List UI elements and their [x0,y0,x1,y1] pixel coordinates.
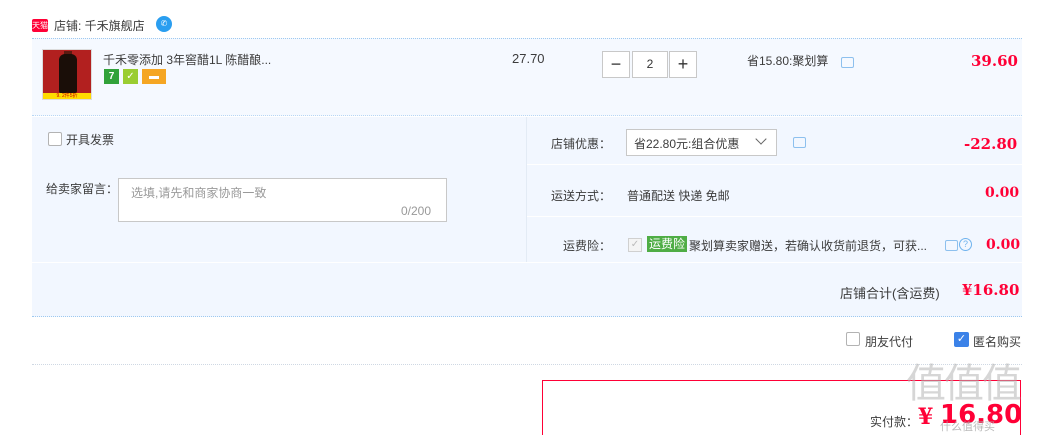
quality-guarantee-icon[interactable]: ✓ [123,69,138,84]
quantity-input[interactable]: 2 [632,51,668,78]
actual-payment-label: 实付款： [870,415,919,429]
shop-total-label: 店铺合计(含运费) [840,286,940,301]
watermark-logo: 值值值 [906,361,1022,407]
divider [32,364,1022,365]
shop-name-link[interactable]: 店铺: 千禾旗舰店 [54,17,145,34]
seven-day-return-icon[interactable]: 7 [104,69,119,84]
shop-discount-amount: -22.80 [964,135,1018,153]
divider [527,164,1022,165]
promotion-text: 省15.80:聚划算 [747,54,829,68]
item-subtotal: 39.60 [971,52,1018,70]
shipping-insurance-badge: 运费险 [647,236,688,252]
bottle-shape [59,54,77,94]
shipping-insurance-checkbox[interactable]: ✓ [628,238,642,252]
quantity-increase-button[interactable]: + [669,51,697,78]
tmall-badge: 天猫 [32,19,48,32]
shipping-insurance-text: 聚划算卖家赠送，若确认收货前退货，可获... [689,239,928,253]
item-row [32,38,1022,116]
shipping-insurance-amount: 0.00 [986,237,1021,253]
watermark-subtext: 什么值得买 [940,421,995,433]
shop-discount-selected-value: 省22.80元:组合优惠 [634,137,740,151]
shipping-method-value: 普通配送 快递 免邮 [627,189,730,203]
help-icon[interactable]: ? [959,238,972,251]
message-icon[interactable] [793,137,806,148]
message-icon[interactable] [945,240,958,251]
unit-price: 27.70 [512,51,545,66]
shipping-method-label: 运送方式： [551,189,612,203]
quantity-decrease-button[interactable]: − [602,51,630,78]
product-thumbnail[interactable]: 9. 2件5折 [42,49,92,100]
shop-discount-label: 店铺优惠： [551,137,612,151]
anonymous-purchase-checkbox[interactable]: ✓ [954,332,969,347]
card-payment-icon[interactable]: ▬ [142,69,166,84]
memo-placeholder: 选填,请先和商家协商一致 [131,186,267,200]
shop-total-amount: ¥16.80 [962,281,1020,299]
friend-pay-checkbox[interactable] [846,332,860,346]
invoice-checkbox[interactable] [48,132,62,146]
product-title-link[interactable]: 千禾零添加 3年窖醋1L 陈醋酿... [103,51,271,68]
wangwang-chat-icon[interactable]: ✆ [156,16,172,32]
invoice-label[interactable]: 开具发票 [66,131,114,148]
message-icon[interactable] [841,57,854,68]
shipping-amount: 0.00 [985,185,1020,201]
memo-char-count: 0/200 [401,204,432,218]
memo-label: 给卖家留言： [46,182,119,196]
divider [527,216,1022,217]
shipping-insurance-label: 运费险： [563,239,612,253]
thumbnail-promo-strip: 9. 2件5折 [43,93,91,99]
anonymous-purchase-label[interactable]: 匿名购买 [973,333,1021,350]
friend-pay-label[interactable]: 朋友代付 [865,333,913,350]
divider [32,262,1022,263]
